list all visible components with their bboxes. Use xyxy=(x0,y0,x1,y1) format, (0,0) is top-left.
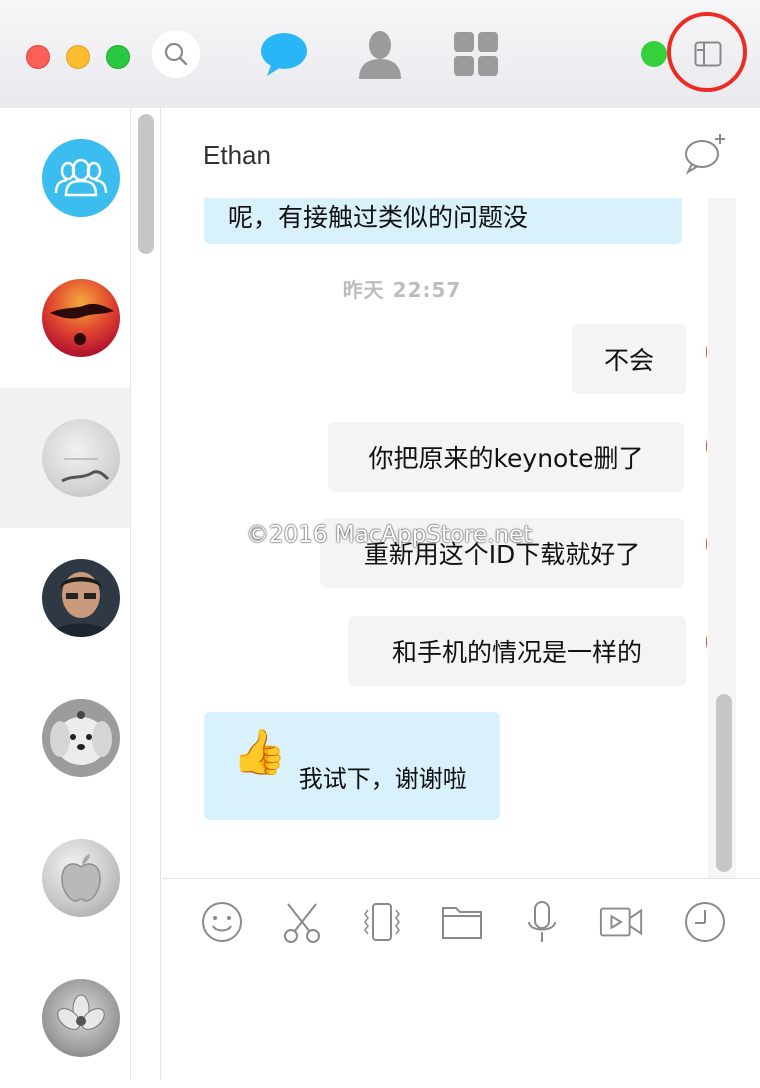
title-bar xyxy=(0,0,760,108)
contact-row-dog[interactable] xyxy=(0,668,130,808)
minimize-window-button[interactable] xyxy=(66,45,90,69)
screenshot-button[interactable] xyxy=(279,899,325,945)
silhouette-graphic xyxy=(50,303,114,345)
dog-graphic xyxy=(50,711,112,765)
my-avatar-small xyxy=(706,630,707,654)
contact-row-sunset[interactable] xyxy=(0,248,130,388)
nav-chats[interactable] xyxy=(258,28,310,80)
message-bubble-outgoing[interactable]: 和手机的情况是一样的 xyxy=(348,616,686,686)
ink-graphic xyxy=(61,458,110,483)
sidebar-scrollbar[interactable] xyxy=(138,114,154,254)
chat-toolbar xyxy=(162,878,760,965)
nav-contacts[interactable] xyxy=(354,28,406,80)
message-text: 不会 xyxy=(603,346,654,375)
emoji-button[interactable] xyxy=(199,899,245,945)
contact-row-flower[interactable] xyxy=(0,948,130,1088)
message-text: 呢，有接触过类似的问题没 xyxy=(228,203,529,232)
screenshot-scissors-icon xyxy=(284,903,320,943)
contacts-icon xyxy=(359,31,401,79)
group-avatar xyxy=(42,139,120,217)
new-chat-button[interactable] xyxy=(682,130,730,178)
shake-window-icon xyxy=(364,903,400,941)
chat-history-button[interactable] xyxy=(682,899,728,945)
search-button[interactable] xyxy=(152,30,200,78)
message-input-area[interactable] xyxy=(162,964,760,1080)
sidebar-scroll-track xyxy=(130,108,131,1080)
message-text: 我试下，谢谢啦 xyxy=(298,764,467,793)
flower-graphic xyxy=(57,994,105,1030)
search-icon xyxy=(164,42,188,66)
voice-message-button[interactable] xyxy=(519,899,565,945)
apps-grid-icon xyxy=(454,32,498,76)
message-scrollbar[interactable] xyxy=(716,694,732,872)
add-chat-bubble-icon xyxy=(685,134,725,175)
contact-row-man[interactable] xyxy=(0,528,130,668)
apple-avatar xyxy=(42,839,120,917)
my-avatar-small xyxy=(706,340,707,364)
my-avatar-small xyxy=(706,532,707,556)
apple-logo-icon xyxy=(61,854,101,902)
man-avatar xyxy=(42,559,120,637)
chat-bubble-icon xyxy=(261,33,307,76)
send-file-button[interactable] xyxy=(439,899,485,945)
gray-avatar xyxy=(42,419,120,497)
message-bubble-outgoing[interactable]: 不会 xyxy=(572,324,686,394)
sunset-avatar xyxy=(42,279,120,357)
zoom-window-button[interactable] xyxy=(106,45,130,69)
my-avatar-small xyxy=(706,434,707,458)
dog-avatar xyxy=(42,699,120,777)
contact-row-selected[interactable] xyxy=(0,388,130,528)
contact-row-apple[interactable] xyxy=(0,808,130,948)
voice-microphone-icon xyxy=(528,901,556,942)
portrait-graphic xyxy=(50,572,112,637)
message-bubble-outgoing[interactable]: 你把原来的keynote删了 xyxy=(328,422,684,492)
watermark-text: ©2016 MacAppStore.net xyxy=(246,522,533,548)
contact-row-group[interactable] xyxy=(0,108,130,248)
chat-header: Ethan xyxy=(162,108,760,198)
nav-apps[interactable] xyxy=(450,28,502,80)
message-bubble-incoming[interactable]: 呢，有接触过类似的问题没 xyxy=(204,198,682,244)
flower-avatar xyxy=(42,979,120,1057)
message-text: 你把原来的keynote删了 xyxy=(368,444,644,473)
highlight-circle xyxy=(667,12,747,92)
close-window-button[interactable] xyxy=(26,45,50,69)
video-call-button[interactable] xyxy=(599,899,645,945)
message-timestamp: 昨天 22:57 xyxy=(342,278,462,302)
thumbs-up-emoji: 👍 xyxy=(232,727,287,778)
shake-window-button[interactable] xyxy=(359,899,405,945)
video-call-icon xyxy=(599,907,643,937)
emoji-icon xyxy=(202,902,242,942)
online-status-indicator xyxy=(641,41,667,67)
message-bubble-incoming[interactable]: 👍 我试下，谢谢啦 xyxy=(204,712,500,820)
message-text: 和手机的情况是一样的 xyxy=(391,638,642,667)
chat-title: Ethan xyxy=(203,140,271,170)
file-folder-icon xyxy=(442,907,482,939)
group-people-icon xyxy=(54,158,108,197)
history-clock-icon xyxy=(685,902,725,942)
